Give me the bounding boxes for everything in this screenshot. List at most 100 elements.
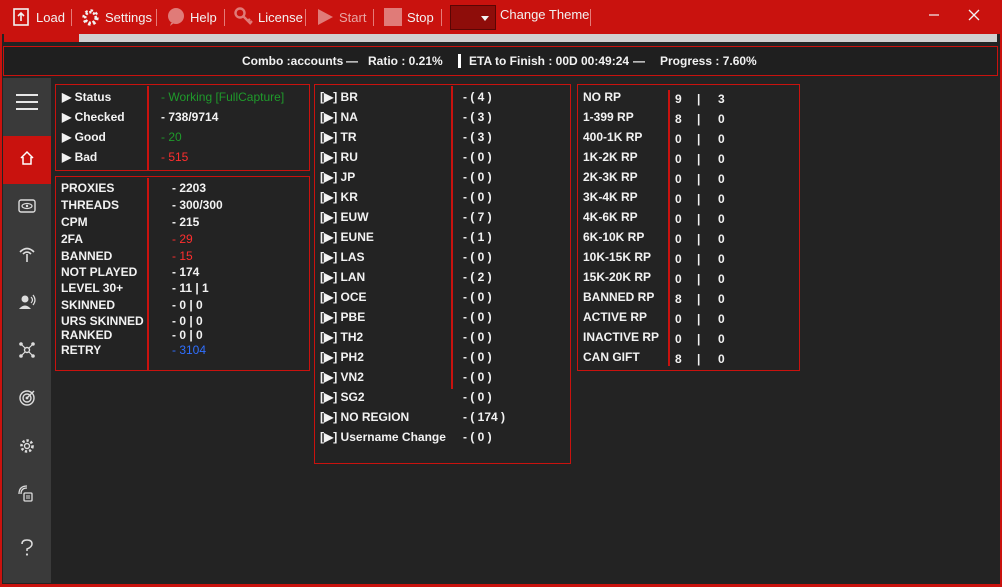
rp-separator: | — [697, 152, 701, 166]
license-label: License — [258, 9, 303, 25]
rp-label: 15K-20K RP — [583, 270, 652, 284]
region-label: [▶] EUW — [320, 210, 369, 224]
sidebar-item-menu[interactable] — [3, 80, 51, 128]
panel-divider — [668, 90, 670, 366]
rp-count-b: 0 — [718, 192, 725, 206]
stat-label: LEVEL 30+ — [61, 281, 124, 295]
minimize-button[interactable] — [914, 0, 954, 34]
help-label: Help — [190, 9, 217, 25]
toolbar-separator — [71, 9, 72, 26]
info-dash: — — [346, 54, 358, 68]
stat-value: - 15 — [172, 249, 193, 263]
rp-count-a: 8 — [675, 292, 682, 306]
chevron-down-icon — [481, 16, 489, 21]
stat-label: SKINNED — [61, 298, 116, 312]
sidebar-item-settings[interactable] — [3, 424, 51, 472]
stat-label: BANNED — [61, 249, 113, 263]
eta-info: ETA to Finish : 00D 00:49:24 — [469, 54, 630, 68]
rp-count-a: 8 — [675, 112, 682, 126]
change-theme-label: Change Theme — [500, 7, 590, 22]
region-count: - ( 0 ) — [463, 190, 492, 204]
stop-label: Stop — [407, 9, 434, 25]
rp-label: NO RP — [583, 90, 622, 104]
title-bar: Load Settings Help License Start Stop Ch… — [0, 0, 1002, 34]
combo-info: Combo :accounts — [242, 54, 344, 68]
rp-count-a: 0 — [675, 332, 682, 346]
region-label: [▶] Username Change — [320, 430, 446, 444]
sidebar-item-home[interactable] — [3, 136, 51, 184]
stat-label: RETRY — [61, 343, 102, 357]
sidebar-item-target[interactable] — [3, 376, 51, 424]
close-button[interactable] — [954, 0, 994, 34]
rp-separator: | — [697, 112, 701, 126]
eye-icon — [18, 198, 36, 219]
rp-count-a: 0 — [675, 152, 682, 166]
gear-icon — [80, 7, 101, 28]
start-button[interactable]: Start — [315, 0, 366, 34]
status-value: - Working [FullCapture] — [161, 90, 285, 104]
sidebar-item-broadcast[interactable] — [3, 472, 51, 520]
rp-separator: | — [697, 232, 701, 246]
toolbar-separator — [441, 9, 442, 26]
rp-separator: | — [697, 192, 701, 206]
help-button[interactable]: Help — [166, 0, 217, 34]
rp-count-b: 0 — [718, 152, 725, 166]
panel-divider — [451, 86, 453, 389]
region-count: - ( 0 ) — [463, 170, 492, 184]
sidebar-item-proxies[interactable] — [3, 232, 51, 280]
rp-count-b: 0 — [718, 112, 725, 126]
region-count: - ( 0 ) — [463, 370, 492, 384]
sidebar-item-accounts[interactable] — [3, 280, 51, 328]
rp-label: 2K-3K RP — [583, 170, 638, 184]
sidebar-item-help[interactable] — [3, 526, 51, 574]
help-bubble-icon — [166, 7, 186, 27]
region-count: - ( 0 ) — [463, 290, 492, 304]
status-label: ▶ Bad — [62, 150, 98, 164]
key-icon — [234, 7, 254, 27]
rp-label: 400-1K RP — [583, 130, 643, 144]
sidebar — [3, 78, 51, 583]
rp-separator: | — [697, 172, 701, 186]
stat-value: - 174 — [172, 265, 200, 279]
region-count: - ( 3 ) — [463, 130, 492, 144]
region-label: [▶] JP — [320, 170, 356, 184]
rp-label: 4K-6K RP — [583, 210, 638, 224]
sidebar-item-view[interactable] — [3, 184, 51, 232]
region-label: [▶] RU — [320, 150, 358, 164]
rp-count-a: 0 — [675, 172, 682, 186]
theme-dropdown[interactable] — [450, 5, 496, 30]
user-voice-icon — [18, 293, 36, 316]
license-button[interactable]: License — [234, 0, 303, 34]
rp-separator: | — [697, 312, 701, 326]
region-label: [▶] LAS — [320, 250, 365, 264]
info-divider — [458, 54, 461, 68]
rp-label: INACTIVE RP — [583, 330, 660, 344]
region-count: - ( 0 ) — [463, 390, 492, 404]
toolbar-separator — [373, 9, 374, 26]
start-label: Start — [339, 9, 367, 25]
region-count: - ( 0 ) — [463, 350, 492, 364]
rp-separator: | — [697, 272, 701, 286]
close-icon — [968, 8, 980, 26]
load-button[interactable]: Load — [12, 0, 65, 34]
stat-value: - 29 — [172, 232, 193, 246]
stat-label: URS SKINNED — [61, 314, 144, 328]
load-label: Load — [36, 9, 65, 25]
status-value: - 738/9714 — [161, 110, 219, 124]
satellite-dish-icon — [18, 245, 36, 268]
sidebar-item-network[interactable] — [3, 328, 51, 376]
settings-button[interactable]: Settings — [80, 0, 152, 34]
region-count: - ( 1 ) — [463, 230, 492, 244]
stop-button[interactable]: Stop — [383, 0, 434, 34]
hamburger-menu-icon — [15, 93, 39, 116]
broadcast-icon — [18, 484, 36, 508]
toolbar-separator — [156, 9, 157, 26]
rp-label: 1-399 RP — [583, 110, 634, 124]
region-count: - ( 4 ) — [463, 90, 492, 104]
region-label: [▶] TH2 — [320, 330, 364, 344]
rp-count-b: 0 — [718, 272, 725, 286]
stat-label: NOT PLAYED — [61, 265, 138, 279]
stat-value: - 300/300 — [172, 198, 223, 212]
stat-value: - 2203 — [172, 181, 207, 195]
stat-label: 2FA — [61, 232, 84, 246]
